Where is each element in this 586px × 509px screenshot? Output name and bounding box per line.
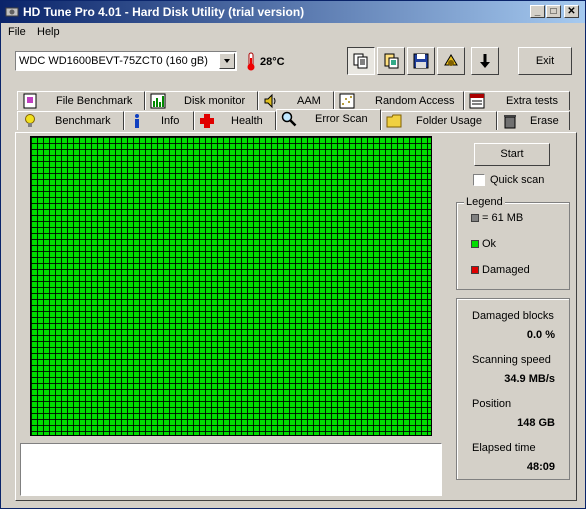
thermometer-icon [247, 52, 255, 71]
disk-monitor-icon [150, 93, 166, 109]
copy-screenshot-button[interactable] [377, 47, 405, 75]
scan-log-box[interactable] [20, 443, 442, 496]
window-title: HD Tune Pro 4.01 - Hard Disk Utility (tr… [23, 5, 305, 19]
folder-icon [386, 114, 402, 128]
start-button[interactable]: Start [474, 143, 550, 166]
info-icon [135, 114, 139, 128]
position-value: 148 GB [517, 417, 555, 429]
title-bar[interactable]: HD Tune Pro 4.01 - Hard Disk Utility (tr… [1, 1, 585, 23]
magnifier-icon [281, 111, 297, 127]
save-button[interactable] [407, 47, 435, 75]
quick-scan-label: Quick scan [490, 174, 545, 186]
arrow-down-icon [480, 54, 490, 68]
options-button[interactable] [437, 47, 465, 75]
tab-info[interactable]: Info [124, 111, 194, 130]
tab-erase[interactable]: Erase [497, 111, 570, 130]
quick-scan-checkbox[interactable] [473, 174, 485, 186]
tab-aam[interactable]: AAM [258, 91, 334, 110]
drive-select[interactable]: WDC WD1600BEVT-75ZCT0 (160 gB) [15, 51, 237, 71]
tab-disk-monitor[interactable]: Disk monitor [145, 91, 258, 110]
exit-button[interactable]: Exit [518, 47, 572, 75]
random-access-icon [339, 93, 355, 109]
trash-icon [504, 115, 516, 129]
close-button[interactable]: ✕ [564, 5, 579, 18]
legend-swatch-block [471, 214, 479, 222]
position-label: Position [472, 398, 512, 410]
menu-bar: File Help [1, 23, 585, 41]
tab-extra-tests[interactable]: Extra tests [464, 91, 570, 110]
download-button[interactable] [471, 47, 499, 75]
maximize-button[interactable]: □ [546, 5, 561, 18]
chevron-down-icon[interactable] [219, 53, 235, 69]
legend-title: Legend [464, 196, 505, 208]
damaged-blocks-label: Damaged blocks [472, 310, 554, 322]
elapsed-time-label: Elapsed time [472, 442, 536, 454]
temperature-readout: 28°C [260, 56, 285, 68]
legend-swatch-ok [471, 240, 479, 248]
floppy-disk-icon [413, 53, 429, 69]
extra-tests-icon [469, 93, 485, 109]
scanning-speed-value: 34.9 MB/s [504, 373, 555, 385]
damaged-blocks-value: 0.0 % [526, 329, 555, 341]
scan-block-map [30, 136, 432, 436]
tab-error-scan[interactable]: Error Scan [276, 109, 381, 130]
minimize-button[interactable]: _ [530, 5, 545, 18]
tab-benchmark[interactable]: Benchmark [17, 111, 124, 130]
options-icon [444, 54, 458, 66]
health-cross-icon [200, 114, 214, 128]
legend-swatch-damaged [471, 266, 479, 274]
menu-help[interactable]: Help [37, 26, 60, 38]
app-window: HD Tune Pro 4.01 - Hard Disk Utility (tr… [0, 0, 586, 509]
tab-file-benchmark[interactable]: File Benchmark [17, 91, 145, 110]
lightbulb-icon [25, 114, 35, 127]
speaker-icon [264, 93, 276, 109]
menu-file[interactable]: File [8, 26, 26, 38]
tab-health[interactable]: Health [194, 111, 276, 130]
scanning-speed-label: Scanning speed [472, 354, 551, 366]
tab-folder-usage[interactable]: Folder Usage [381, 111, 497, 130]
clipboard-icon [384, 53, 399, 69]
legend-label-ok: Ok [482, 238, 497, 250]
copy-text-button[interactable] [347, 47, 375, 75]
hd-tune-app-icon [5, 7, 19, 17]
tab-random-access[interactable]: Random Access [334, 91, 464, 110]
file-benchmark-icon [23, 93, 37, 109]
drive-select-value: WDC WD1600BEVT-75ZCT0 (160 gB) [19, 55, 208, 67]
elapsed-time-value: 48:09 [526, 461, 555, 473]
copy-icon [353, 53, 368, 69]
legend-label-block-size: = 61 MB [482, 212, 524, 224]
legend-label-damaged: Damaged [482, 264, 530, 276]
